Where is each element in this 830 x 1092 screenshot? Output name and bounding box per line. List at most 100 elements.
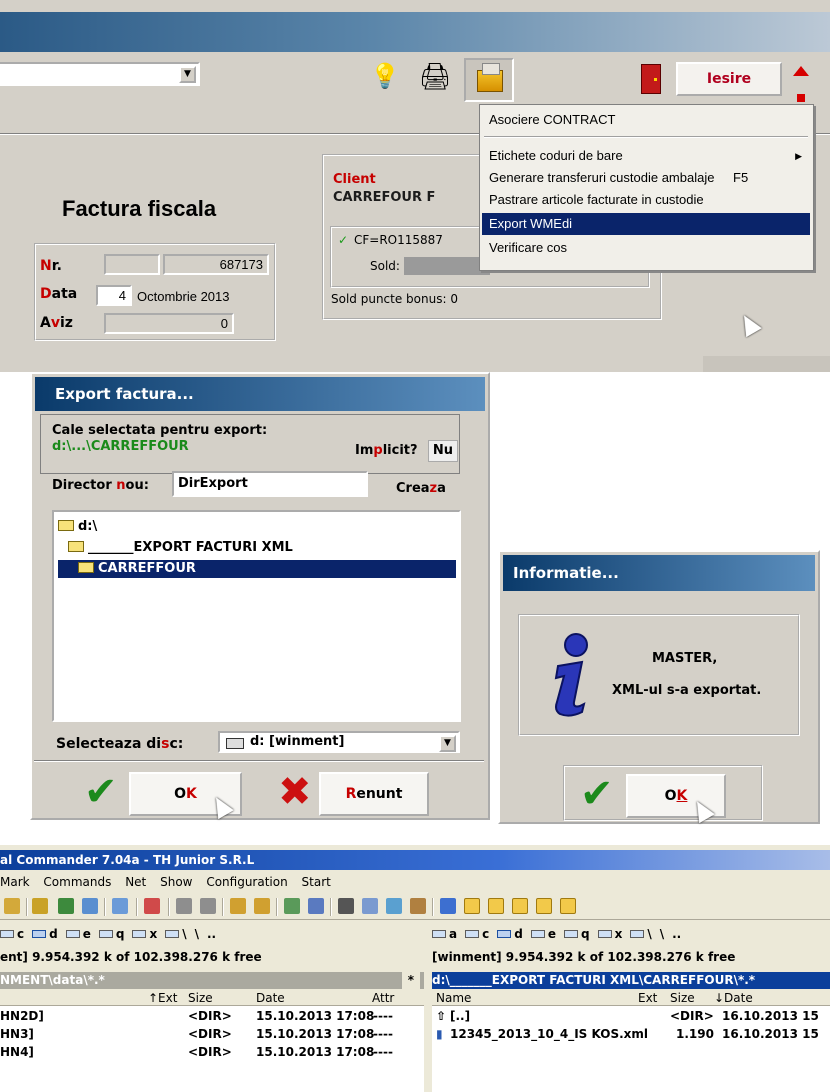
- drive-a-button[interactable]: a: [432, 922, 457, 946]
- exit-button[interactable]: Iesire: [676, 62, 782, 96]
- invoice-combo[interactable]: ▼: [0, 62, 200, 86]
- col-size[interactable]: Size: [188, 990, 213, 1006]
- nr-field[interactable]: 687173: [163, 254, 269, 275]
- implicit-toggle[interactable]: Nu: [428, 440, 458, 462]
- history-star-button[interactable]: *: [401, 972, 420, 989]
- folder-icon[interactable]: [536, 898, 552, 914]
- director-input[interactable]: DirExport: [172, 471, 368, 497]
- drive-e-button[interactable]: e: [65, 922, 91, 946]
- drive-e-button[interactable]: e: [530, 922, 556, 946]
- folder-icon[interactable]: [488, 898, 504, 914]
- chevron-down-icon[interactable]: ▼: [179, 66, 196, 83]
- tree-node-root[interactable]: d:\: [58, 518, 97, 536]
- back-arrow-icon[interactable]: [176, 898, 192, 914]
- parent-button[interactable]: ..: [207, 922, 216, 946]
- col-ext[interactable]: ↑Ext: [148, 990, 177, 1006]
- thumbnail-icon[interactable]: [58, 898, 74, 914]
- menu-item-pastrare-articole[interactable]: Pastrare articole facturate in custodie: [482, 189, 810, 211]
- export-box-button[interactable]: [464, 58, 514, 102]
- brief-view-icon[interactable]: [4, 898, 20, 914]
- root-button[interactable]: \: [195, 922, 199, 946]
- drive-c-button[interactable]: c: [0, 922, 24, 946]
- export-path-label: Cale selectata pentru export:: [52, 423, 268, 438]
- tree-icon[interactable]: [82, 898, 98, 914]
- submenu-arrow-icon: ▶: [795, 151, 802, 161]
- col-date[interactable]: Date: [256, 990, 285, 1006]
- search-icon[interactable]: [338, 898, 354, 914]
- network-drive-icon: [98, 930, 113, 938]
- scroll-up-icon[interactable]: [793, 66, 809, 76]
- network-drive-icon: [563, 930, 578, 938]
- help-icon[interactable]: [440, 898, 456, 914]
- ftp-icon[interactable]: [284, 898, 300, 914]
- drive-icon: [530, 930, 545, 938]
- menu-item-asociere-contract[interactable]: Asociere CONTRACT: [482, 109, 810, 131]
- xml-file-icon: ▮: [436, 1027, 443, 1041]
- root-button[interactable]: \: [660, 922, 664, 946]
- table-row[interactable]: HN3] <DIR> 15.10.2013 17:08 ----: [0, 1026, 420, 1043]
- disc-select[interactable]: d: [winment] ▼: [218, 731, 460, 753]
- network-root-button[interactable]: \: [630, 922, 652, 946]
- menu-commands[interactable]: Commands: [43, 875, 111, 889]
- cancel-button[interactable]: Renunt: [319, 772, 429, 816]
- drive-q-button[interactable]: q: [98, 922, 124, 946]
- date-day-field[interactable]: 4: [96, 285, 132, 306]
- drive-x-button[interactable]: x: [597, 922, 622, 946]
- col-attr[interactable]: Attr: [372, 990, 394, 1006]
- col-ext[interactable]: Ext: [638, 990, 657, 1006]
- col-size[interactable]: Size: [670, 990, 695, 1006]
- aviz-field[interactable]: 0: [104, 313, 234, 334]
- table-row[interactable]: ▮ 12345_2013_10_4_IS KOS.xml 1.190 16.10…: [432, 1026, 828, 1043]
- pack-icon[interactable]: [230, 898, 246, 914]
- rename-icon[interactable]: [362, 898, 378, 914]
- lightbulb-icon[interactable]: 💡: [370, 62, 400, 94]
- table-row[interactable]: HN4] <DIR> 15.10.2013 17:08 ----: [0, 1044, 420, 1061]
- printer-icon[interactable]: 🖨: [415, 62, 455, 94]
- menu-show[interactable]: Show: [160, 875, 192, 889]
- table-row[interactable]: HN2D] <DIR> 15.10.2013 17:08 ----: [0, 1008, 420, 1025]
- context-menu: Asociere CONTRACT Etichete coduri de bar…: [479, 104, 814, 271]
- folder-icon[interactable]: [560, 898, 576, 914]
- path-left[interactable]: NMENT\data\*.* *: [0, 972, 424, 989]
- compare-icon[interactable]: [112, 898, 128, 914]
- menu-configuration[interactable]: Configuration: [206, 875, 287, 889]
- file-list-left: HN2D] <DIR> 15.10.2013 17:08 ---- HN3] <…: [0, 1006, 424, 1092]
- exit-door-icon: [641, 64, 661, 94]
- menu-item-export-wmedi[interactable]: Export WMEdi: [482, 213, 810, 235]
- network-root-button[interactable]: \: [165, 922, 187, 946]
- sync-icon[interactable]: [386, 898, 402, 914]
- chevron-down-icon[interactable]: ▼: [439, 735, 456, 752]
- creaza-button[interactable]: Creaza: [396, 481, 446, 496]
- select-icon[interactable]: [144, 898, 160, 914]
- detailed-view-icon[interactable]: [32, 898, 48, 914]
- nr-series-field[interactable]: [104, 254, 160, 275]
- menu-start[interactable]: Start: [302, 875, 331, 889]
- col-date[interactable]: ↓Date: [714, 990, 753, 1006]
- menu-item-generare-transferuri[interactable]: Generare transferuri custodie ambalaje F5: [482, 167, 810, 189]
- notepad-icon[interactable]: [410, 898, 426, 914]
- drive-d-button[interactable]: d: [32, 922, 58, 946]
- folder-tree[interactable]: d:\ _______EXPORT FACTURI XML CARREFFOUR: [52, 510, 461, 722]
- drive-x-button[interactable]: x: [132, 922, 157, 946]
- drive-c-button[interactable]: c: [465, 922, 489, 946]
- menu-item-etichete[interactable]: Etichete coduri de bare ▶: [482, 145, 810, 167]
- folder-icon[interactable]: [512, 898, 528, 914]
- scrollbar-up-button[interactable]: [424, 1006, 432, 1022]
- path-right[interactable]: d:\_______EXPORT FACTURI XML\CARREFFOUR\…: [432, 972, 830, 989]
- drive-q-button[interactable]: q: [563, 922, 590, 946]
- checkmark-icon: ✔: [84, 769, 118, 815]
- drive-d-button[interactable]: d: [497, 922, 523, 946]
- url-icon[interactable]: [308, 898, 324, 914]
- menu-net[interactable]: Net: [125, 875, 146, 889]
- menu-item-verificare-cos[interactable]: Verificare cos: [482, 237, 810, 259]
- free-space-right: [winment] 9.954.392 k of 102.398.276 k f…: [432, 950, 736, 964]
- tree-node-export[interactable]: _______EXPORT FACTURI XML: [68, 539, 293, 557]
- parent-button[interactable]: ..: [672, 922, 681, 946]
- unpack-icon[interactable]: [254, 898, 270, 914]
- tree-node-carreffour[interactable]: CARREFFOUR: [58, 560, 456, 578]
- table-row[interactable]: ⇧ [..] <DIR> 16.10.2013 15: [432, 1008, 828, 1025]
- col-name[interactable]: Name: [436, 990, 471, 1006]
- forward-arrow-icon[interactable]: [200, 898, 216, 914]
- folder-icon[interactable]: [464, 898, 480, 914]
- menu-mark[interactable]: Mark: [0, 875, 30, 889]
